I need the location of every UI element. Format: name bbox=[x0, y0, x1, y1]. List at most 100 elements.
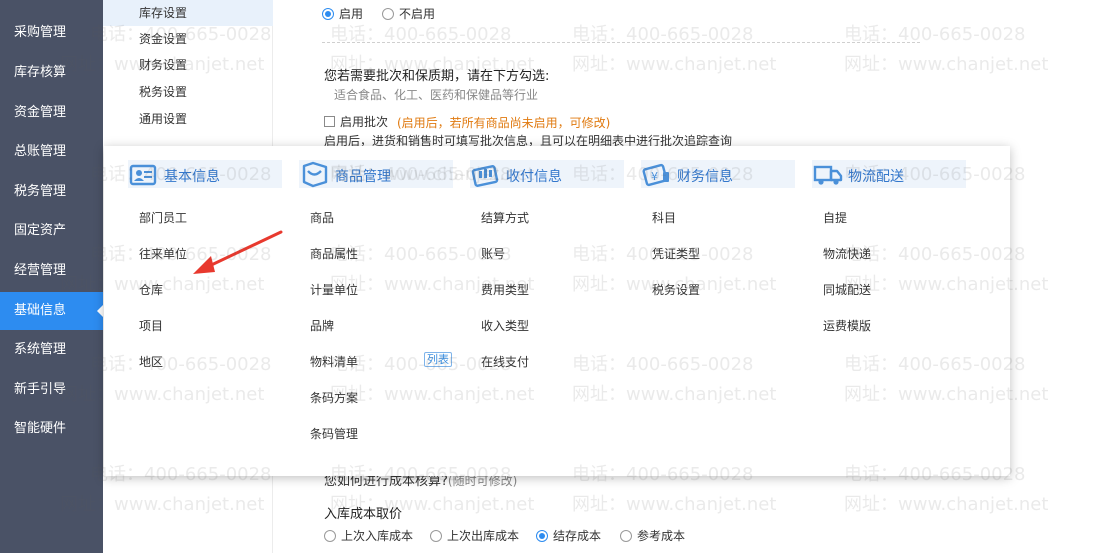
menu-item-product-attributes[interactable]: 商品属性 bbox=[310, 245, 358, 262]
menu-item-settlement[interactable]: 结算方式 bbox=[481, 209, 529, 226]
svg-text:¥: ¥ bbox=[651, 170, 658, 183]
nav-label: 库存核算 bbox=[14, 65, 67, 80]
menu-item-voucher-types[interactable]: 凭证类型 bbox=[652, 245, 700, 262]
column-title: 财务信息 bbox=[677, 169, 733, 185]
menu-item-self-pickup[interactable]: 自提 bbox=[823, 209, 847, 226]
inbound-option-balance[interactable]: 结存成本 bbox=[536, 527, 601, 544]
inbound-option-last-out[interactable]: 上次出库成本 bbox=[430, 527, 519, 544]
column-header-basic-info: 基本信息 bbox=[128, 160, 282, 188]
submenu-label: 库存设置 bbox=[139, 6, 188, 20]
column-header-finance: ¥ 财务信息 bbox=[641, 160, 795, 188]
submenu-label: 通用设置 bbox=[139, 112, 188, 126]
divider bbox=[322, 42, 920, 43]
disable-radio[interactable]: 不启用 bbox=[382, 5, 435, 22]
nav-label: 新手引导 bbox=[14, 382, 67, 397]
cost-heading-note: (随时可修改) bbox=[447, 474, 518, 488]
menu-item-regions[interactable]: 地区 bbox=[139, 353, 163, 370]
batch-checkbox-label: 启用批次 bbox=[340, 115, 389, 129]
list-tag[interactable]: 列表 bbox=[424, 352, 452, 367]
nav-label: 经营管理 bbox=[14, 263, 67, 278]
option-label: 上次入库成本 bbox=[341, 529, 414, 543]
cost-heading-text: 您如何进行成本核算? bbox=[324, 474, 448, 489]
menu-item-expense-types[interactable]: 费用类型 bbox=[481, 281, 529, 298]
menu-item-brands[interactable]: 品牌 bbox=[310, 317, 334, 334]
nav-item-smart-hardware[interactable]: 智能硬件 bbox=[0, 410, 103, 448]
menu-item-partners[interactable]: 往来单位 bbox=[139, 245, 187, 262]
column-title: 物流配送 bbox=[848, 169, 904, 185]
radio-icon bbox=[430, 530, 442, 542]
menu-item-tax-settings[interactable]: 税务设置 bbox=[652, 281, 700, 298]
checkbox-icon bbox=[324, 116, 335, 127]
menu-item-bom[interactable]: 物料清单 bbox=[310, 353, 358, 370]
column-header-logistics: 物流配送 bbox=[812, 160, 966, 188]
submenu-label: 税务设置 bbox=[139, 85, 188, 99]
nav-label: 采购管理 bbox=[14, 25, 67, 40]
radio-selected-icon bbox=[536, 530, 548, 542]
nav-item-tax[interactable]: 税务管理 bbox=[0, 173, 103, 211]
menu-item-units[interactable]: 计量单位 bbox=[310, 281, 358, 298]
nav-label: 基础信息 bbox=[14, 303, 67, 318]
batch-heading: 您若需要批次和保质期，请在下方勾选: bbox=[324, 69, 550, 84]
radio-selected-icon bbox=[322, 8, 334, 20]
menu-item-express[interactable]: 物流快递 bbox=[823, 245, 871, 262]
batch-hint: 适合食品、化工、医药和保健品等行业 bbox=[334, 88, 539, 102]
submenu-label: 财务设置 bbox=[139, 58, 188, 72]
menu-item-online-payment[interactable]: 在线支付 bbox=[481, 353, 529, 370]
disable-label: 不启用 bbox=[399, 7, 436, 21]
column-title: 商品管理 bbox=[335, 169, 391, 185]
nav-label: 系统管理 bbox=[14, 342, 67, 357]
annotation-arrow-icon bbox=[193, 230, 283, 274]
batch-checkbox[interactable]: 启用批次 bbox=[324, 113, 388, 130]
nav-label: 资金管理 bbox=[14, 105, 67, 120]
radio-icon bbox=[324, 530, 336, 542]
enable-label: 启用 bbox=[339, 7, 364, 21]
nav-item-fixed-assets[interactable]: 固定资产 bbox=[0, 212, 103, 250]
nav-item-guide[interactable]: 新手引导 bbox=[0, 371, 103, 409]
nav-label: 税务管理 bbox=[14, 184, 67, 199]
nav-item-inventory-cost[interactable]: 库存核算 bbox=[0, 54, 103, 92]
truck-icon bbox=[813, 165, 843, 185]
inbound-option-reference[interactable]: 参考成本 bbox=[620, 527, 685, 544]
submenu-item-general[interactable]: 通用设置 bbox=[103, 106, 273, 132]
finance-icon: ¥ bbox=[642, 163, 669, 187]
nav-label: 固定资产 bbox=[14, 223, 67, 238]
inbound-option-last-in[interactable]: 上次入库成本 bbox=[324, 527, 413, 544]
menu-item-accounts[interactable]: 账号 bbox=[481, 245, 505, 262]
submenu-item-finance[interactable]: 财务设置 bbox=[103, 52, 273, 78]
menu-item-income-types[interactable]: 收入类型 bbox=[481, 317, 529, 334]
menu-item-subjects[interactable]: 科目 bbox=[652, 209, 676, 226]
payment-icon bbox=[471, 165, 499, 187]
nav-item-purchase[interactable]: 采购管理 bbox=[0, 14, 103, 52]
basic-info-icon bbox=[129, 164, 157, 186]
submenu-item-funds[interactable]: 资金设置 bbox=[103, 26, 273, 52]
submenu-item-tax[interactable]: 税务设置 bbox=[103, 79, 273, 105]
nav-label: 总账管理 bbox=[14, 144, 67, 159]
column-header-payments: 收付信息 bbox=[470, 160, 624, 188]
menu-item-freight-template[interactable]: 运费模版 bbox=[823, 317, 871, 334]
batch-note: (启用后，若所有商品尚未启用，可修改) bbox=[397, 116, 611, 130]
inbound-cost-label: 入库成本取价 bbox=[324, 507, 403, 522]
submenu-item-inventory[interactable]: 库存设置 bbox=[103, 0, 273, 26]
nav-item-funds[interactable]: 资金管理 bbox=[0, 94, 103, 132]
option-label: 上次出库成本 bbox=[447, 529, 520, 543]
nav-item-operations[interactable]: 经营管理 bbox=[0, 252, 103, 290]
submenu-label: 资金设置 bbox=[139, 32, 188, 46]
radio-icon bbox=[382, 8, 394, 20]
menu-item-departments[interactable]: 部门员工 bbox=[139, 209, 187, 226]
nav-item-system[interactable]: 系统管理 bbox=[0, 331, 103, 369]
menu-item-projects[interactable]: 项目 bbox=[139, 317, 163, 334]
menu-item-barcode-scheme[interactable]: 条码方案 bbox=[310, 389, 358, 406]
column-header-products: 商品管理 bbox=[299, 160, 453, 188]
menu-item-warehouse[interactable]: 仓库 bbox=[139, 281, 163, 298]
nav-item-basic-info[interactable]: 基础信息 bbox=[0, 292, 103, 330]
nav-label: 智能硬件 bbox=[14, 421, 67, 436]
basic-info-mega-menu: 基本信息 部门员工 往来单位 仓库 项目 地区 商品管理 商品 商品属性 计量单… bbox=[104, 146, 1010, 476]
nav-item-ledger[interactable]: 总账管理 bbox=[0, 133, 103, 171]
menu-item-same-city[interactable]: 同城配送 bbox=[823, 281, 871, 298]
column-title: 基本信息 bbox=[164, 169, 220, 185]
menu-item-products[interactable]: 商品 bbox=[310, 209, 334, 226]
sidebar: 采购管理 库存核算 资金管理 总账管理 税务管理 固定资产 经营管理 基础信息 … bbox=[0, 0, 103, 553]
enable-radio[interactable]: 启用 bbox=[322, 5, 363, 22]
product-icon bbox=[302, 161, 328, 188]
menu-item-barcode-management[interactable]: 条码管理 bbox=[310, 425, 358, 442]
